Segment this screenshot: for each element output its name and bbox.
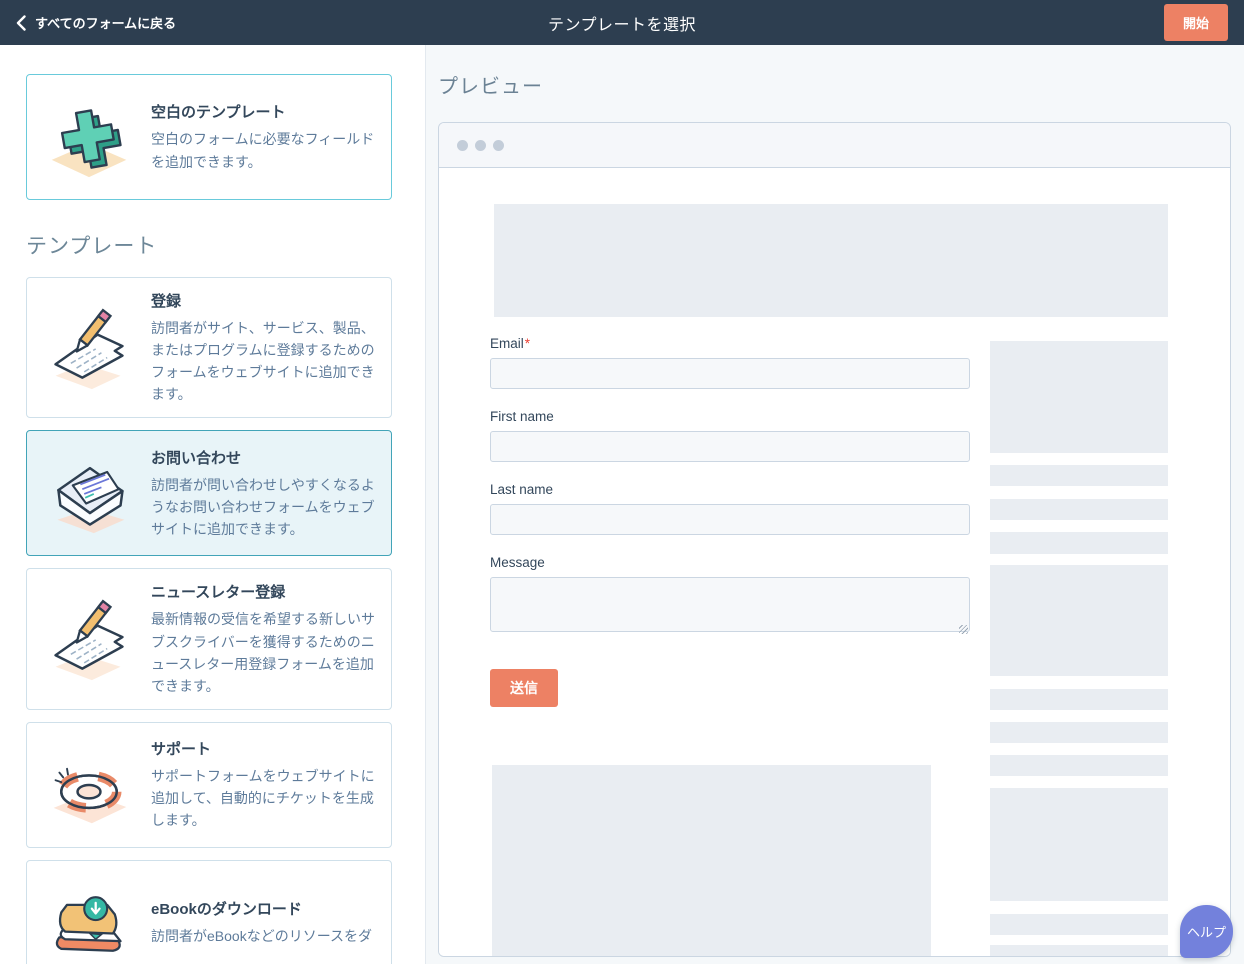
card-registration[interactable]: 登録 訪問者がサイト、サービス、製品、またはプログラムに登録するためのフォームを… [26, 277, 392, 418]
placeholder-bar [990, 914, 1168, 935]
card-title: eBookのダウンロード [151, 898, 372, 919]
card-text: ニュースレター登録 最新情報の受信を希望する新しいサブスクライバーを獲得するため… [151, 581, 375, 696]
card-title: 空白のテンプレート [151, 101, 375, 122]
card-description: 訪問者がeBookなどのリソースをダ [151, 925, 372, 947]
last-name-input[interactable] [490, 504, 970, 535]
card-ebook-download[interactable]: eBookのダウンロード 訪問者がeBookなどのリソースをダ [26, 860, 392, 964]
page-title: テンプレートを選択 [548, 11, 696, 35]
back-to-forms-link[interactable]: すべてのフォームに戻る [16, 13, 176, 32]
card-text: お問い合わせ 訪問者が問い合わせしやすくなるようなお問い合わせフォームをウェブサ… [151, 447, 375, 540]
preview-heading: プレビュー [438, 70, 1231, 99]
window-dot-icon [493, 140, 504, 151]
card-text: サポート サポートフォームをウェブサイトに追加して、自動的にチケットを生成します… [151, 738, 375, 831]
placeholder-content-block [492, 765, 931, 956]
lifebuoy-icon [43, 742, 135, 828]
placeholder-bar [990, 722, 1168, 743]
card-description: 最新情報の受信を希望する新しいサブスクライバーを獲得するためのニュースレター用登… [151, 608, 375, 696]
first-name-label: First name [490, 409, 970, 424]
card-support[interactable]: サポート サポートフォームをウェブサイトに追加して、自動的にチケットを生成します… [26, 722, 392, 848]
browser-chrome-bar [439, 123, 1230, 168]
placeholder-bar [990, 499, 1168, 520]
required-asterisk: * [525, 336, 530, 351]
placeholder-bar [990, 755, 1168, 776]
message-label: Message [490, 555, 970, 570]
chevron-left-icon [16, 15, 26, 31]
email-input[interactable] [490, 358, 970, 389]
template-sidebar: 空白のテンプレート 空白のフォームに必要なフィールドを追加できます。 テンプレー… [0, 45, 425, 964]
first-name-field-group: First name [490, 409, 970, 462]
placeholder-block [990, 788, 1168, 901]
message-textarea[interactable] [490, 577, 970, 632]
submit-button[interactable]: 送信 [490, 669, 558, 707]
placeholder-bar [990, 945, 1168, 956]
card-title: お問い合わせ [151, 447, 375, 468]
card-description: サポートフォームをウェブサイトに追加して、自動的にチケットを生成します。 [151, 765, 375, 831]
card-text: 登録 訪問者がサイト、サービス、製品、またはプログラムに登録するためのフォームを… [151, 290, 375, 405]
help-button[interactable]: ヘルプ [1180, 905, 1233, 958]
card-contact[interactable]: お問い合わせ 訪問者が問い合わせしやすくなるようなお問い合わせフォームをウェブサ… [26, 430, 392, 556]
placeholder-block [990, 341, 1168, 453]
window-dot-icon [457, 140, 468, 151]
pencil-paper-icon [43, 305, 135, 391]
open-envelope-icon [43, 450, 135, 536]
card-text: eBookのダウンロード 訪問者がeBookなどのリソースをダ [151, 898, 372, 947]
first-name-input[interactable] [490, 431, 970, 462]
placeholder-block [990, 565, 1168, 676]
main-layout: 空白のテンプレート 空白のフォームに必要なフィールドを追加できます。 テンプレー… [0, 45, 1244, 964]
placeholder-bar [990, 532, 1168, 554]
card-title: サポート [151, 738, 375, 759]
plus-3d-icon [43, 94, 135, 180]
start-button[interactable]: 開始 [1164, 4, 1228, 41]
top-navbar: すべてのフォームに戻る テンプレートを選択 開始 [0, 0, 1244, 45]
placeholder-header-block [494, 204, 1168, 317]
back-link-label: すべてのフォームに戻る [35, 13, 176, 32]
card-title: ニュースレター登録 [151, 581, 375, 602]
placeholder-bar [990, 465, 1168, 486]
card-description: 空白のフォームに必要なフィールドを追加できます。 [151, 128, 375, 172]
preview-page: Email* First name Last name Message [439, 168, 1230, 956]
email-field-group: Email* [490, 336, 970, 389]
card-description: 訪問者が問い合わせしやすくなるようなお問い合わせフォームをウェブサイトに追加でき… [151, 474, 375, 540]
card-blank-template[interactable]: 空白のテンプレート 空白のフォームに必要なフィールドを追加できます。 [26, 74, 392, 200]
card-text: 空白のテンプレート 空白のフォームに必要なフィールドを追加できます。 [151, 101, 375, 172]
email-label: Email* [490, 336, 970, 351]
placeholder-bar [990, 689, 1168, 710]
card-description: 訪問者がサイト、サービス、製品、またはプログラムに登録するためのフォームをウェブ… [151, 317, 375, 405]
preview-browser-window: Email* First name Last name Message [438, 122, 1231, 957]
pencil-paper-icon [43, 596, 135, 682]
message-field-group: Message [490, 555, 970, 637]
card-title: 登録 [151, 290, 375, 311]
templates-section-heading: テンプレート [26, 230, 425, 260]
card-newsletter[interactable]: ニュースレター登録 最新情報の受信を希望する新しいサブスクライバーを獲得するため… [26, 568, 392, 709]
window-dot-icon [475, 140, 486, 151]
books-download-icon [43, 880, 135, 964]
last-name-label: Last name [490, 482, 970, 497]
last-name-field-group: Last name [490, 482, 970, 535]
preview-panel: プレビュー Email* First name [425, 45, 1244, 964]
